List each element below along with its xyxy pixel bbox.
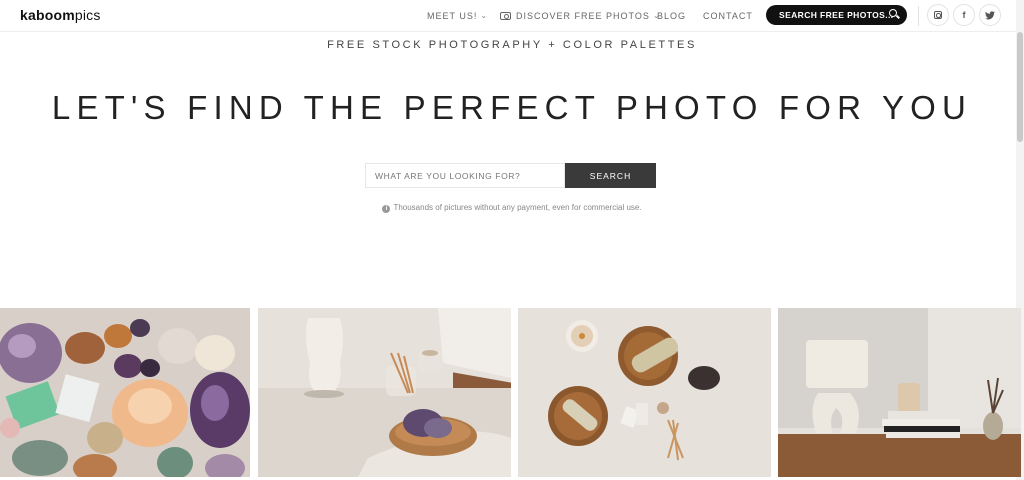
site-header: kaboompics MEET US! ⌄ DISCOVER FREE PHOT… xyxy=(0,0,1024,32)
header-search-button[interactable]: SEARCH FREE PHOTOS... xyxy=(766,5,907,25)
logo-bold: kaboom xyxy=(20,7,75,23)
info-note: i Thousands of pictures without any payme… xyxy=(0,203,1024,213)
info-text: Thousands of pictures without any paymen… xyxy=(393,203,642,212)
crystals-photo xyxy=(0,308,250,477)
search-button[interactable]: SEARCH xyxy=(565,163,656,188)
nav-blog[interactable]: BLOG xyxy=(657,0,686,32)
nav-discover-label: DISCOVER FREE PHOTOS xyxy=(516,11,650,21)
chevron-down-icon: ⌄ xyxy=(480,10,489,20)
photo-gallery xyxy=(0,308,1024,480)
gallery-item-sage[interactable] xyxy=(518,308,771,477)
search-icon xyxy=(889,9,897,17)
logo[interactable]: kaboompics xyxy=(20,7,101,23)
facebook-glyph: f xyxy=(962,10,966,20)
camera-icon xyxy=(500,12,511,20)
header-divider xyxy=(918,6,919,26)
nav-blog-label: BLOG xyxy=(657,11,687,21)
nav-meet-us[interactable]: MEET US! ⌄ xyxy=(427,0,488,32)
gallery-item-torso[interactable] xyxy=(258,308,511,477)
search-input[interactable] xyxy=(365,163,565,188)
sage-bowls-photo xyxy=(518,308,771,477)
nav-meet-us-label: MEET US! xyxy=(427,11,478,21)
info-icon: i xyxy=(382,205,391,213)
torso-sculpture-photo xyxy=(258,308,511,477)
nav-discover-free-photos[interactable]: DISCOVER FREE PHOTOS ⌄ xyxy=(500,0,661,32)
tagline: FREE STOCK PHOTOGRAPHY + COLOR PALETTES xyxy=(327,39,697,51)
twitter-icon[interactable] xyxy=(979,4,1001,26)
lamp-books-photo xyxy=(778,308,1021,477)
nav-contact[interactable]: CONTACT xyxy=(703,0,753,32)
nav-contact-label: CONTACT xyxy=(703,11,753,21)
twitter-glyph xyxy=(985,10,995,19)
instagram-icon[interactable] xyxy=(927,4,949,26)
instagram-glyph xyxy=(934,11,942,19)
gallery-item-lamp[interactable] xyxy=(778,308,1021,477)
page-title: LET'S FIND THE PERFECT PHOTO FOR YOU xyxy=(51,89,973,126)
header-search-label: SEARCH FREE PHOTOS... xyxy=(779,10,894,20)
logo-light: pics xyxy=(74,7,101,23)
facebook-icon[interactable]: f xyxy=(953,4,975,26)
gallery-item-crystals[interactable] xyxy=(0,308,250,477)
